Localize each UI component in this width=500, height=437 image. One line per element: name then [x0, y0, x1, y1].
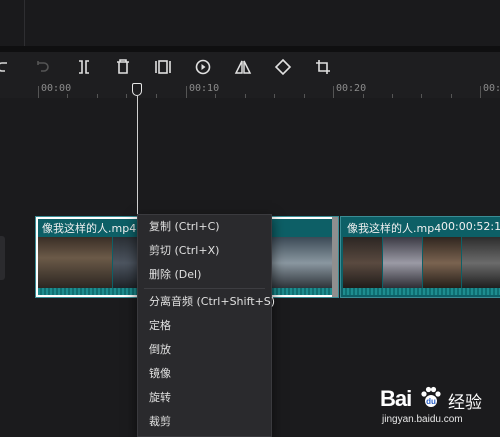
- menu-item-freeze-frame[interactable]: 定格: [138, 314, 271, 338]
- ruler-tick: [186, 86, 187, 98]
- audio-waveform: [343, 288, 500, 295]
- watermark-site: jingyan.baidu.com: [382, 414, 463, 425]
- svg-text:du: du: [426, 397, 436, 406]
- panel-divider: [24, 0, 25, 46]
- freeze-frame-button[interactable]: [151, 56, 175, 78]
- ruler-tick: [38, 86, 39, 98]
- watermark-logo-text: Bai: [380, 386, 412, 411]
- clip-title: 像我这样的人.mp4: [347, 222, 442, 235]
- menu-item-reverse[interactable]: 倒放: [138, 338, 271, 362]
- menu-item-detach-audio[interactable]: 分离音频 (Ctrl+Shift+S): [138, 290, 275, 314]
- ruler-tick: [333, 86, 334, 98]
- replay-button[interactable]: [191, 56, 215, 78]
- menu-item-crop[interactable]: 裁剪: [138, 410, 271, 434]
- thumbnail: [462, 237, 500, 289]
- thumbnail: [261, 237, 335, 289]
- freeze-frame-icon: [155, 60, 171, 74]
- thumbnail: [343, 237, 382, 289]
- delete-button[interactable]: [111, 56, 135, 78]
- clip-thumbnails: [343, 237, 500, 289]
- redo-icon: [37, 61, 49, 72]
- undo-button[interactable]: [0, 56, 16, 78]
- crop-button[interactable]: [311, 56, 335, 78]
- thumbnail: [38, 237, 112, 289]
- ruler-tick: [480, 86, 481, 98]
- menu-item-copy[interactable]: 复制 (Ctrl+C): [138, 215, 271, 239]
- baidu-jingyan-watermark: Bai du 经验 jingyan.baidu.com: [378, 380, 498, 430]
- split-button[interactable]: [72, 56, 96, 78]
- thumbnail: [422, 237, 462, 289]
- video-clip-2[interactable]: 像我这样的人.mp4 00:00:52:13: [340, 216, 500, 298]
- rotate-button[interactable]: [271, 56, 295, 78]
- clip-title: 像我这样的人.mp4: [42, 222, 137, 235]
- ruler-label-3: 00:30: [483, 83, 500, 94]
- undo-icon: [0, 62, 7, 72]
- redo-button[interactable]: [31, 56, 55, 78]
- ruler-label-2: 00:20: [336, 83, 367, 94]
- time-ruler[interactable]: 00:00 00:10 00:20 00:30: [0, 82, 500, 98]
- watermark-suffix: 经验: [448, 393, 482, 413]
- ruler-label-0: 00:00: [41, 83, 72, 94]
- thumbnail: [382, 237, 422, 289]
- mirror-icon: [234, 60, 252, 74]
- paw-icon: du: [421, 386, 441, 407]
- playhead-handle[interactable]: [132, 83, 142, 96]
- delete-icon: [117, 59, 129, 74]
- clip-duration: 00:00:52:13: [441, 220, 500, 233]
- crop-icon: [316, 60, 330, 74]
- playhead-line: [137, 96, 138, 216]
- menu-item-rotate[interactable]: 旋转: [138, 386, 271, 410]
- menu-item-cut[interactable]: 剪切 (Ctrl+X): [138, 239, 271, 263]
- top-panel: [0, 0, 500, 48]
- clip-trim-handle[interactable]: [332, 217, 338, 297]
- clip-context-menu: 复制 (Ctrl+C) 剪切 (Ctrl+X) 删除 (Del) 分离音频 (C…: [137, 214, 275, 437]
- rotate-icon: [274, 58, 292, 76]
- menu-item-mirror[interactable]: 镜像: [138, 362, 271, 386]
- ruler-label-1: 00:10: [189, 83, 220, 94]
- mirror-button[interactable]: [231, 56, 255, 78]
- replay-icon: [195, 59, 211, 75]
- track-handle[interactable]: [0, 236, 5, 280]
- split-icon: [79, 60, 89, 74]
- menu-item-delete[interactable]: 删除 (Del): [138, 263, 271, 287]
- menu-separator: [144, 288, 265, 289]
- timeline-toolbar: [0, 52, 500, 82]
